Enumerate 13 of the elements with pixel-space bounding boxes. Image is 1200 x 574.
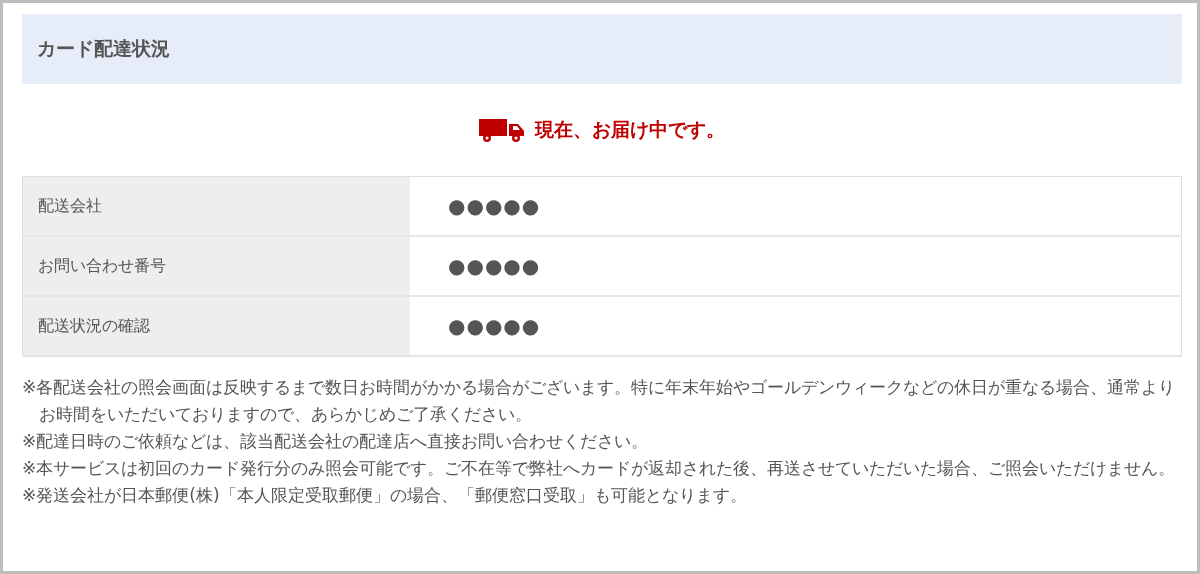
row-value: ●●●●● xyxy=(410,176,1182,236)
note-text: ※発送会社が日本郵便(株)「本人限定受取郵便」の場合、「郵便窓口受取」も可能となります。 xyxy=(22,484,748,507)
note-text: ※本サービスは初回のカード発行分のみ照会可能です。ご不在等で弊社へカードが返却された後、再送させていただいた場合、ご照会いただけません。 xyxy=(22,457,1177,480)
row-label: お問い合わせ番号 xyxy=(22,236,410,296)
note-text: ※各配送会社の照会画面は反映するまで数日お時間がかかる場合がございます。特に年末年始やゴールデンウィークなどの休日が重なる場合、通常よりお時間をいただいておりますので、あらかじめご了承ください。 xyxy=(22,376,1177,426)
row-label: 配送会社 xyxy=(22,176,410,236)
row-value: ●●●●● xyxy=(410,296,1182,356)
delivery-status: 現在、お届け中です。 xyxy=(535,117,725,142)
section-title: カード配達状況 xyxy=(37,36,170,61)
truck-icon xyxy=(479,117,525,143)
note-text: ※配達日時のご依頼などは、該当配送会社の配達店へ直接お問い合わせください。 xyxy=(22,430,650,453)
row-label: 配送状況の確認 xyxy=(22,296,410,356)
row-value: ●●●●● xyxy=(410,236,1182,296)
